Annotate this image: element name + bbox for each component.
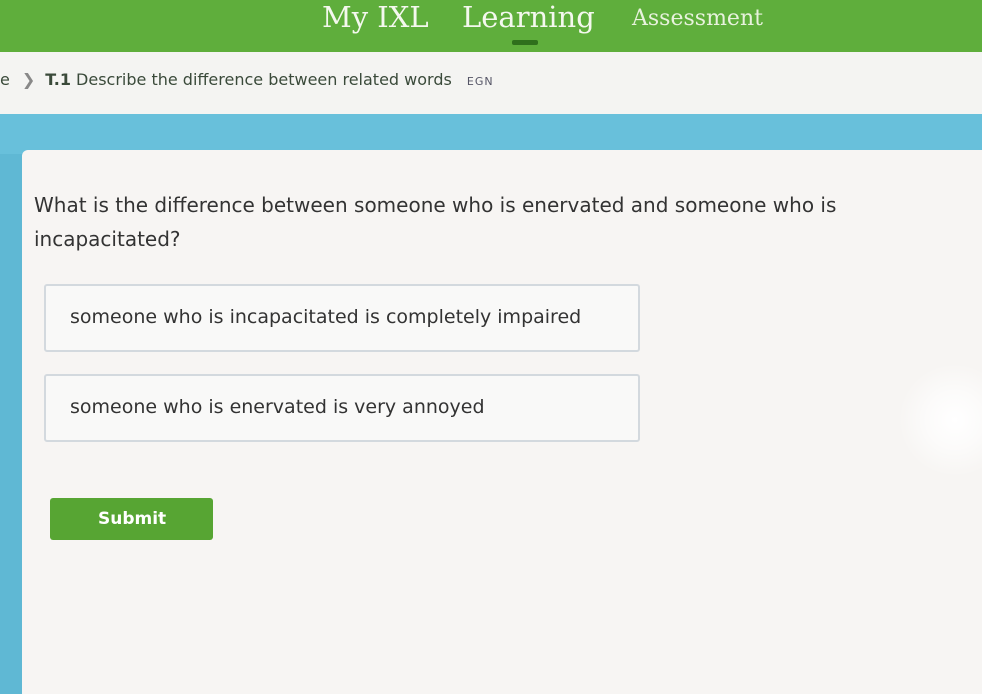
nav-assessment[interactable]: Assessment xyxy=(632,2,763,36)
breadcrumb-prev-item[interactable]: e xyxy=(0,70,10,89)
skill-code: T.1 xyxy=(45,70,71,89)
breadcrumb: e ❯ T.1 Describe the difference between re… xyxy=(0,70,494,89)
answer-choice-2[interactable]: someone who is enervated is very annoyed xyxy=(44,374,640,442)
chevron-right-icon: ❯ xyxy=(21,70,36,89)
header-band xyxy=(0,114,982,154)
nav-active-indicator xyxy=(512,40,538,45)
answer-choice-2-label: someone who is enervated is very annoyed xyxy=(70,396,485,418)
nav-learning[interactable]: Learning xyxy=(462,0,595,34)
skill-id: EGN xyxy=(466,75,494,88)
skill-title: Describe the difference between related … xyxy=(76,70,452,89)
top-navigation-bar: My IXL Learning Assessment xyxy=(0,0,982,52)
submit-button[interactable]: Submit xyxy=(50,498,213,540)
question-text: What is the difference between someone w… xyxy=(34,193,837,251)
breadcrumb-bar: e ❯ T.1 Describe the difference between re… xyxy=(0,52,982,114)
answer-choice-1-label: someone who is incapacitated is complete… xyxy=(70,306,582,328)
answer-choice-1[interactable]: someone who is incapacitated is complete… xyxy=(44,284,640,352)
nav-my-ixl[interactable]: My IXL xyxy=(322,0,429,34)
